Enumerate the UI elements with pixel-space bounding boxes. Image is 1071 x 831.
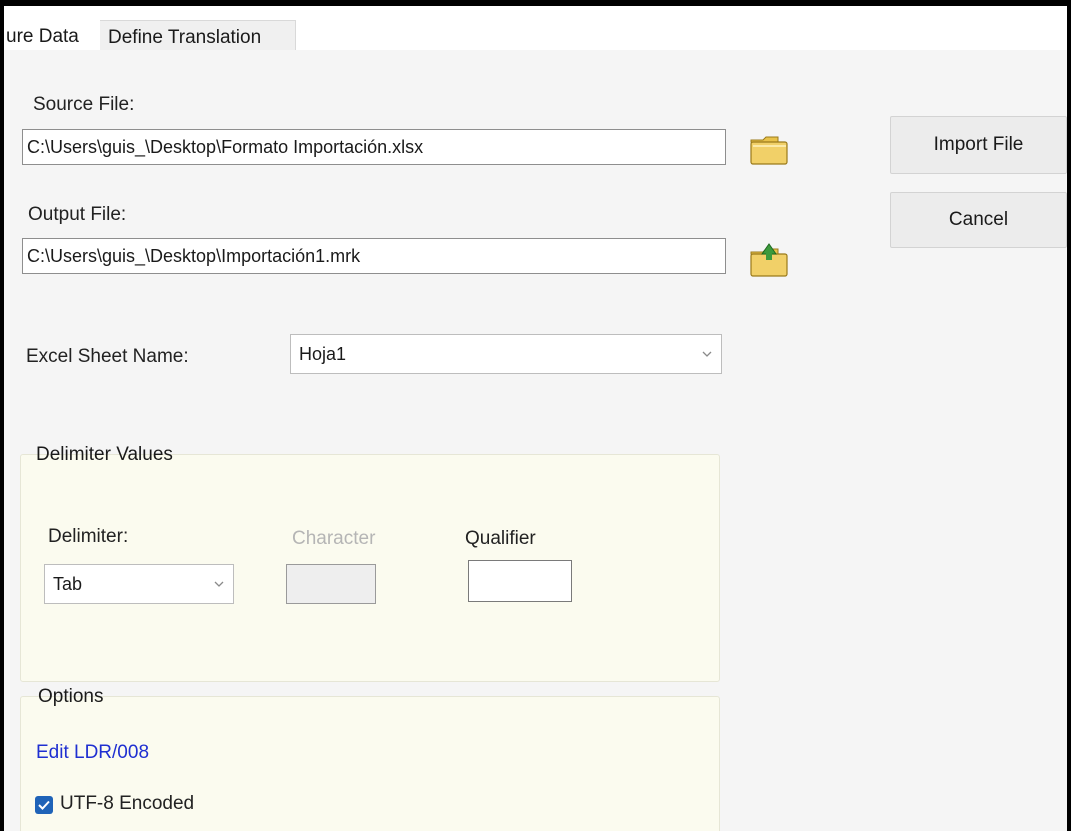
cancel-button[interactable]: Cancel bbox=[890, 192, 1067, 248]
tab-label: Define Translation bbox=[108, 27, 262, 48]
options-group-title: Options bbox=[38, 686, 104, 707]
window-border-left bbox=[0, 0, 4, 831]
tab-label: ure Data bbox=[6, 26, 79, 47]
source-file-input[interactable]: C:\Users\guis_\Desktop\Formato Importaci… bbox=[22, 129, 726, 165]
character-input bbox=[286, 564, 376, 604]
qualifier-label: Qualifier bbox=[465, 528, 536, 549]
tab-define-translation[interactable]: Define Translation bbox=[100, 20, 296, 54]
output-file-label: Output File: bbox=[28, 204, 127, 225]
output-file-input[interactable]: C:\Users\guis_\Desktop\Importación1.mrk bbox=[22, 238, 726, 274]
checkmark-icon bbox=[38, 800, 50, 810]
delimiter-select[interactable]: Tab bbox=[44, 564, 234, 604]
import-file-button[interactable]: Import File bbox=[890, 116, 1067, 174]
window-border-right bbox=[1067, 0, 1071, 831]
tab-strip: ure Data Define Translation bbox=[4, 6, 1067, 54]
folder-open-icon[interactable] bbox=[748, 132, 792, 168]
excel-sheet-label: Excel Sheet Name: bbox=[26, 346, 189, 367]
utf8-checkbox[interactable] bbox=[35, 796, 53, 814]
delimiter-group-title: Delimiter Values bbox=[36, 444, 173, 465]
qualifier-input[interactable] bbox=[468, 560, 572, 602]
utf8-label: UTF-8 Encoded bbox=[60, 793, 195, 814]
window-border-top bbox=[0, 0, 1071, 6]
edit-ldr-008-link[interactable]: Edit LDR/008 bbox=[36, 742, 149, 764]
chevron-down-icon bbox=[214, 581, 224, 587]
delimiter-value: Tab bbox=[53, 574, 83, 594]
import-dialog: ure Data Define Translation Source File:… bbox=[0, 0, 1071, 831]
delimiter-label: Delimiter: bbox=[48, 526, 129, 547]
tab-panel: Source File: C:\Users\guis_\Desktop\Form… bbox=[4, 50, 1067, 831]
character-label: Character bbox=[292, 528, 376, 549]
source-file-label: Source File: bbox=[33, 94, 135, 115]
excel-sheet-value: Hoja1 bbox=[299, 344, 347, 364]
chevron-down-icon bbox=[702, 351, 712, 357]
folder-save-icon[interactable] bbox=[748, 240, 792, 277]
excel-sheet-select[interactable]: Hoja1 bbox=[290, 334, 722, 374]
tab-structure-data[interactable]: ure Data bbox=[4, 20, 96, 54]
